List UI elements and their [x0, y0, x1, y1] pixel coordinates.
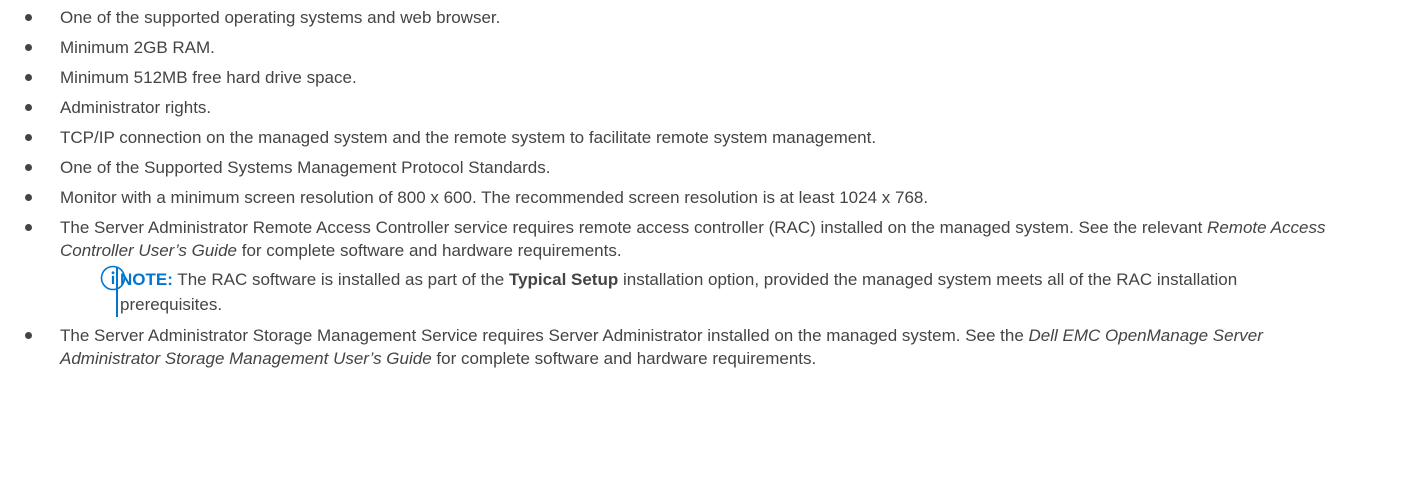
list-spacer	[0, 119, 1402, 126]
list-spacer	[0, 29, 1402, 36]
bullet	[25, 104, 32, 111]
list-item-rac: The Server Administrator Remote Access C…	[0, 216, 1402, 317]
list-spacer	[0, 149, 1402, 156]
list-spacer	[0, 89, 1402, 96]
list-item: Minimum 2GB RAM.	[0, 36, 1402, 59]
bullet	[25, 224, 32, 231]
bullet	[25, 134, 32, 141]
bullet	[25, 164, 32, 171]
rac-text-before: The Server Administrator Remote Access C…	[60, 218, 1208, 237]
list-item: One of the supported operating systems a…	[0, 6, 1402, 29]
note-label: NOTE:	[120, 270, 173, 289]
bullet	[25, 194, 32, 201]
note-accent-bar	[116, 267, 118, 317]
bullet	[25, 332, 32, 339]
requirements-list: One of the supported operating systems a…	[0, 6, 1402, 370]
list-spacer	[0, 179, 1402, 186]
list-spacer	[0, 59, 1402, 66]
list-spacer	[0, 317, 1402, 324]
list-item: Minimum 512MB free hard drive space.	[0, 66, 1402, 89]
list-item: TCP/IP connection on the managed system …	[0, 126, 1402, 149]
rac-text-after: for complete software and hardware requi…	[237, 241, 622, 260]
storage-text-before: The Server Administrator Storage Managem…	[60, 326, 1029, 345]
bullet	[25, 14, 32, 21]
list-spacer	[0, 209, 1402, 216]
document-page: One of the supported operating systems a…	[0, 0, 1402, 482]
list-item: Administrator rights.	[0, 96, 1402, 119]
list-item: Monitor with a minimum screen resolution…	[0, 186, 1402, 209]
bullet	[25, 44, 32, 51]
list-item: One of the Supported Systems Management …	[0, 156, 1402, 179]
info-icon	[100, 265, 126, 291]
typical-setup-label: Typical Setup	[508, 270, 619, 289]
note-text: NOTE: The RAC software is installed as p…	[120, 270, 1238, 314]
bullet	[25, 74, 32, 81]
storage-text-after: for complete software and hardware requi…	[431, 349, 817, 368]
note-box: NOTE: The RAC software is installed as p…	[100, 265, 1322, 317]
list-item-storage: The Server Administrator Storage Managem…	[0, 324, 1402, 370]
